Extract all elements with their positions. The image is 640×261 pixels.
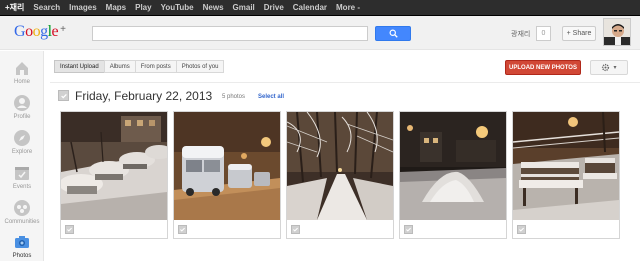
google-plus-logo[interactable]: Google + — [14, 23, 66, 41]
photo-card[interactable] — [512, 111, 620, 239]
sidebar-item-communities[interactable]: Communities — [0, 197, 44, 231]
profile-icon — [14, 95, 30, 111]
nav-item-images[interactable]: Images — [69, 0, 97, 15]
photo-thumbnail[interactable] — [174, 112, 280, 220]
share-button[interactable]: + Share — [562, 26, 596, 41]
events-icon — [15, 167, 29, 180]
photo-count: 5 photos — [222, 94, 246, 100]
date-heading: Friday, February 22, 2013 — [75, 89, 213, 103]
left-nav-rail: Home Profile Explore Events Communities … — [0, 51, 44, 261]
upload-new-photos-button[interactable]: UPLOAD NEW PHOTOS — [505, 60, 581, 75]
checkmark-icon — [293, 227, 298, 232]
search-input[interactable] — [92, 26, 368, 41]
photo-thumbnail[interactable] — [400, 112, 506, 220]
photo-card[interactable] — [399, 111, 507, 239]
camera-icon — [15, 236, 29, 248]
divider — [50, 82, 640, 83]
select-all-link[interactable]: Select all — [258, 94, 284, 100]
sidebar-item-profile[interactable]: Profile — [0, 92, 44, 126]
sidebar-item-label: Events — [12, 184, 32, 190]
search-icon — [389, 29, 398, 38]
checkmark-icon — [519, 227, 524, 232]
group-select-checkbox[interactable] — [58, 90, 69, 101]
sidebar-item-home[interactable]: Home — [0, 57, 44, 91]
nav-item-calendar[interactable]: Calendar — [293, 0, 327, 15]
sidebar-item-label: Explore — [11, 149, 33, 155]
user-name-link[interactable]: 광재리 — [511, 29, 530, 39]
photo-card[interactable] — [173, 111, 281, 239]
chevron-down-icon: ▾ — [613, 65, 617, 71]
home-icon — [16, 62, 28, 75]
checkmark-icon — [60, 93, 67, 98]
checkmark-icon — [67, 227, 72, 232]
google-bar-nav: +재리 Search Images Maps Play YouTube News… — [0, 0, 640, 15]
header: Google + 광재리 0 + Share — [0, 16, 640, 50]
sidebar-item-photos[interactable]: Photos — [0, 231, 44, 261]
search-button[interactable] — [375, 26, 411, 41]
nav-item-more[interactable]: More - — [336, 0, 360, 15]
sidebar-item-label: Profile — [13, 114, 31, 120]
tab-from-posts[interactable]: From posts — [134, 60, 177, 73]
nav-item-gmail[interactable]: Gmail — [233, 0, 255, 15]
sidebar-item-events[interactable]: Events — [0, 162, 44, 196]
tab-photos-of-you[interactable]: Photos of you — [175, 60, 225, 73]
settings-button[interactable]: ▾ — [590, 60, 628, 75]
tab-albums[interactable]: Albums — [103, 60, 136, 73]
photo-select-checkbox[interactable] — [291, 225, 300, 234]
checkmark-icon — [406, 227, 411, 232]
photo-tabs: Instant Upload Albums From posts Photos … — [54, 60, 225, 73]
nav-item-news[interactable]: News — [203, 0, 224, 15]
nav-item-play[interactable]: Play — [135, 0, 151, 15]
sidebar-item-label: Photos — [12, 253, 32, 259]
nav-item-search[interactable]: Search — [33, 0, 60, 15]
notification-count[interactable]: 0 — [536, 26, 551, 41]
communities-icon — [14, 200, 30, 216]
sidebar-item-label: Home — [13, 79, 30, 85]
sidebar-item-label: Communities — [4, 219, 40, 225]
nav-item-youtube[interactable]: YouTube — [161, 0, 194, 15]
photo-card[interactable] — [286, 111, 394, 239]
nav-item-maps[interactable]: Maps — [106, 0, 126, 15]
tab-instant-upload[interactable]: Instant Upload — [54, 60, 105, 73]
photo-card[interactable] — [60, 111, 168, 239]
photo-thumbnail[interactable] — [287, 112, 393, 220]
nav-item-profile[interactable]: +재리 — [5, 0, 24, 15]
google-bar: +재리 Search Images Maps Play YouTube News… — [0, 0, 640, 16]
photo-thumbnail[interactable] — [61, 112, 167, 220]
photo-select-checkbox[interactable] — [65, 225, 74, 234]
explore-icon — [14, 130, 30, 146]
photo-select-checkbox[interactable] — [178, 225, 187, 234]
sidebar-item-explore[interactable]: Explore — [0, 127, 44, 161]
checkmark-icon — [180, 227, 185, 232]
nav-item-drive[interactable]: Drive — [264, 0, 284, 15]
gear-icon — [602, 63, 610, 72]
photo-select-checkbox[interactable] — [404, 225, 413, 234]
photo-select-checkbox[interactable] — [517, 225, 526, 234]
photo-thumbnail[interactable] — [513, 112, 619, 220]
avatar[interactable] — [603, 18, 631, 46]
